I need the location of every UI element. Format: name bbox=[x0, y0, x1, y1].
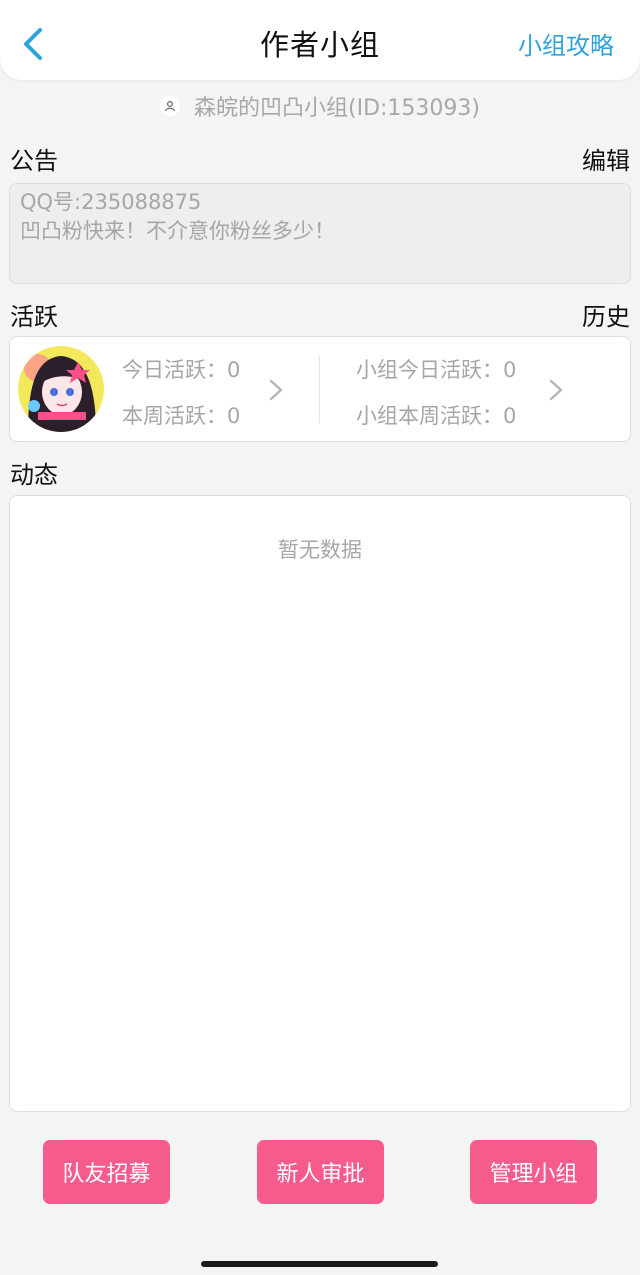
notice-line: 凹凸粉快来！不介意你粉丝多少！ bbox=[20, 219, 335, 243]
back-icon[interactable] bbox=[18, 26, 50, 62]
feed-list: 暂无数据 bbox=[9, 495, 631, 1112]
history-button[interactable]: 历史 bbox=[582, 297, 630, 332]
home-indicator bbox=[201, 1261, 438, 1267]
group-today-activity: 小组今日活跃：0 bbox=[356, 358, 517, 382]
group-guide-link[interactable]: 小组攻略 bbox=[518, 26, 614, 61]
notice-label: 公告 bbox=[10, 147, 58, 175]
personal-week-activity: 本周活跃：0 bbox=[122, 404, 241, 428]
top-nav-bar: 作者小组 小组攻略 bbox=[0, 0, 640, 80]
edit-notice-button[interactable]: 编辑 bbox=[582, 141, 630, 176]
activity-card: 今日活跃：0 本周活跃：0 小组今日活跃：0 小组本周活跃：0 bbox=[9, 336, 631, 442]
approve-newcomers-button[interactable]: 新人审批 bbox=[257, 1140, 384, 1204]
notice-line: QQ号:235088875 bbox=[20, 190, 202, 214]
user-avatar[interactable] bbox=[18, 346, 104, 432]
chevron-right-icon[interactable] bbox=[268, 378, 284, 402]
group-name: 森皖的凹凸小组(ID:153093) bbox=[194, 96, 480, 121]
chevron-right-icon[interactable] bbox=[548, 378, 564, 402]
group-week-activity: 小组本周活跃：0 bbox=[356, 404, 517, 428]
empty-state-text: 暂无数据 bbox=[278, 538, 362, 562]
personal-today-activity: 今日活跃：0 bbox=[122, 358, 241, 382]
notice-content: QQ号:235088875 凹凸粉快来！不介意你粉丝多少！ bbox=[9, 183, 631, 284]
recruit-teammates-button[interactable]: 队友招募 bbox=[43, 1140, 170, 1204]
feed-label: 动态 bbox=[10, 461, 58, 489]
group-info: 森皖的凹凸小组(ID:153093) bbox=[0, 90, 640, 122]
manage-group-button[interactable]: 管理小组 bbox=[470, 1140, 597, 1204]
activity-label: 活跃 bbox=[10, 303, 58, 331]
group-avatar bbox=[160, 96, 180, 116]
divider bbox=[319, 355, 320, 423]
